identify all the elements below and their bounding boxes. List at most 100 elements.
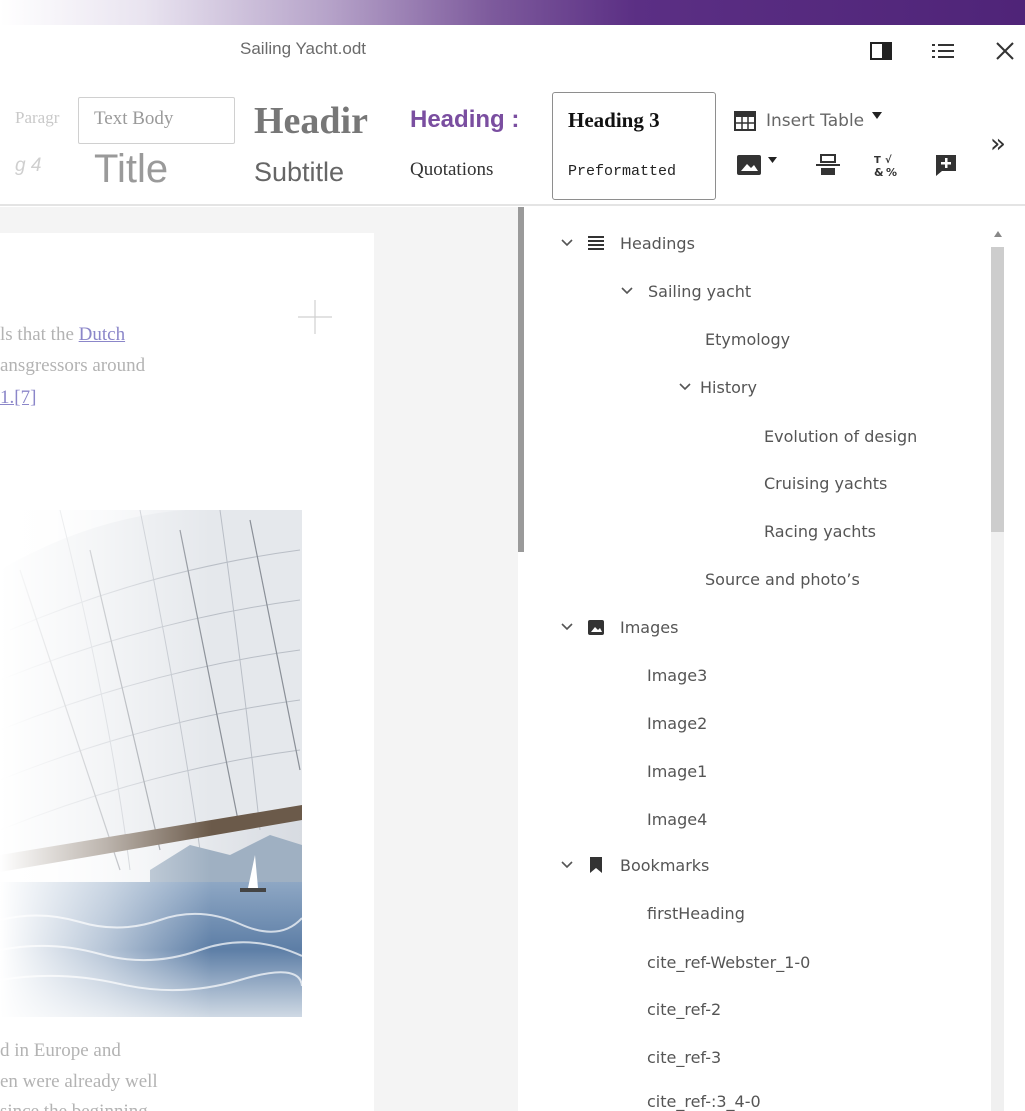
style-paragraph[interactable]: Paragr (15, 108, 73, 128)
navigator-item-label: Cruising yachts (764, 473, 888, 493)
sidebar-panel-button[interactable] (866, 37, 896, 65)
document-text-line: en were already well (0, 1071, 158, 1092)
add-comment-icon (936, 155, 956, 176)
document-text-line: ls that the Dutch (0, 325, 125, 344)
navigator-item-label: Evolution of design (764, 426, 918, 446)
style-heading-2[interactable]: Heading : (410, 106, 536, 134)
special-character-button[interactable]: T √ & % (873, 152, 899, 178)
title-bar: Sailing Yacht.odt (0, 25, 1025, 77)
close-icon (996, 42, 1014, 60)
navigator-item-label: Etymology (705, 329, 791, 349)
navigator-bookmark-item[interactable]: cite_ref-:3_4-0 (647, 1092, 761, 1111)
navigator-item-label: History (700, 377, 757, 397)
navigator-category-label: Images (620, 617, 679, 637)
navigator-item-label: Image1 (647, 761, 708, 781)
close-button[interactable] (990, 37, 1020, 65)
navigator-category-label: Headings (620, 233, 695, 253)
navigator-item-label: Image4 (647, 809, 708, 829)
panel-splitter-handle[interactable] (518, 207, 524, 552)
navigator-image-item[interactable]: Image4 (647, 806, 707, 832)
style-quotations[interactable]: Quotations (410, 159, 536, 181)
table-icon (734, 111, 756, 131)
sidebar-panel-icon (870, 42, 892, 60)
navigator-heading-item[interactable]: Cruising yachts (764, 470, 887, 496)
navigator-item-label: Image2 (647, 713, 708, 733)
citation-link[interactable]: 1.[7] (0, 387, 36, 408)
navigator-category-bookmarks[interactable]: Bookmarks (560, 852, 709, 878)
navigator-item-label: Sailing yacht (648, 281, 752, 301)
document-text-line: 1.[7] (0, 388, 36, 407)
navigator-category-label: Bookmarks (620, 855, 710, 875)
dropdown-arrow-icon (768, 156, 777, 163)
yacht-image (0, 510, 302, 1017)
navigator-image-item[interactable]: Image2 (647, 710, 707, 736)
navigator-heading-item[interactable]: Racing yachts (764, 518, 876, 544)
style-heading-4[interactable]: g 4 (15, 155, 63, 177)
navigator-bookmark-item[interactable]: firstHeading (647, 900, 745, 926)
chevron-down-icon[interactable] (560, 623, 574, 631)
navigator-item-label: cite_ref-:3_4-0 (647, 1092, 761, 1111)
chevron-down-icon[interactable] (560, 239, 574, 247)
style-heading-1[interactable]: Headir (254, 99, 388, 143)
navigator-panel: Headings Sailing yacht Etymology History… (527, 207, 1025, 1111)
navigator-bookmark-item[interactable]: cite_ref-3 (647, 1044, 721, 1070)
document-text: ls that the (0, 324, 79, 345)
navigator-heading-item[interactable]: Source and photo’s (705, 566, 860, 592)
document-text-line: d in Europe and (0, 1040, 121, 1061)
navigator-category-headings[interactable]: Headings (560, 230, 695, 256)
chevron-down-icon[interactable] (620, 287, 634, 295)
window-top-gradient (0, 0, 1025, 25)
navigator-item-label: cite_ref-Webster_1-0 (647, 952, 811, 972)
document-text-line: ansgressors around (0, 355, 146, 376)
page-break-button[interactable] (815, 153, 841, 177)
hamburger-list-icon (932, 44, 954, 58)
navigator-item-label: Racing yachts (764, 521, 877, 541)
page-corner-mark (298, 300, 332, 334)
toolbar-overflow-button[interactable]: » (990, 129, 1022, 159)
document-link[interactable]: Dutch (79, 324, 125, 345)
insert-image-button[interactable] (736, 153, 777, 177)
menu-button[interactable] (928, 37, 958, 65)
dropdown-arrow-icon (872, 112, 883, 119)
navigator-item-label: cite_ref-3 (647, 1047, 722, 1067)
navigator-scrollbar[interactable] (987, 225, 1007, 1111)
navigator-item-label: Image3 (647, 665, 708, 685)
image-icon (588, 619, 604, 635)
svg-text:√: √ (885, 154, 892, 166)
add-comment-button[interactable] (934, 153, 958, 177)
svg-text:&: & (874, 166, 884, 178)
window-title: Sailing Yacht.odt (240, 39, 367, 58)
navigator-bookmark-item[interactable]: cite_ref-Webster_1-0 (647, 949, 810, 975)
navigator-heading-item[interactable]: Sailing yacht (620, 278, 751, 304)
scroll-up-arrow-icon[interactable] (991, 225, 1004, 243)
scrollbar-thumb[interactable] (991, 247, 1004, 532)
line-break-icon (816, 154, 840, 175)
navigator-heading-item[interactable]: Etymology (705, 326, 790, 352)
insert-table-button[interactable]: Insert Table (734, 111, 883, 131)
navigator-image-item[interactable]: Image1 (647, 758, 707, 784)
chevron-down-icon[interactable] (678, 383, 692, 391)
navigator-heading-item[interactable]: History (678, 374, 757, 400)
navigator-image-item[interactable]: Image3 (647, 662, 707, 688)
document-text-line: since the beginning (0, 1102, 148, 1111)
chevron-down-icon[interactable] (560, 861, 574, 869)
yacht-photo[interactable] (0, 510, 302, 1017)
navigator-item-label: cite_ref-2 (647, 999, 722, 1019)
navigator-bookmark-item[interactable]: cite_ref-2 (647, 996, 721, 1022)
image-icon (737, 155, 761, 175)
navigator-item-label: firstHeading (647, 903, 745, 923)
insert-table-label: Insert Table (766, 111, 865, 131)
svg-text:T: T (874, 155, 881, 166)
navigator-heading-item[interactable]: Evolution of design (764, 423, 917, 449)
svg-text:%: % (886, 166, 897, 178)
style-subtitle[interactable]: Subtitle (254, 157, 388, 188)
style-preformatted[interactable]: Preformatted (568, 163, 708, 180)
bookmark-icon (588, 857, 604, 873)
navigator-item-label: Source and photo’s (705, 569, 860, 589)
toolbar-bottom-rule (0, 204, 1025, 206)
headings-icon (588, 235, 604, 251)
style-heading-3[interactable]: Heading 3 (568, 108, 708, 133)
navigator-category-images[interactable]: Images (560, 614, 678, 640)
style-title[interactable]: Title (94, 147, 224, 192)
style-text-body[interactable]: Text Body (94, 108, 224, 130)
